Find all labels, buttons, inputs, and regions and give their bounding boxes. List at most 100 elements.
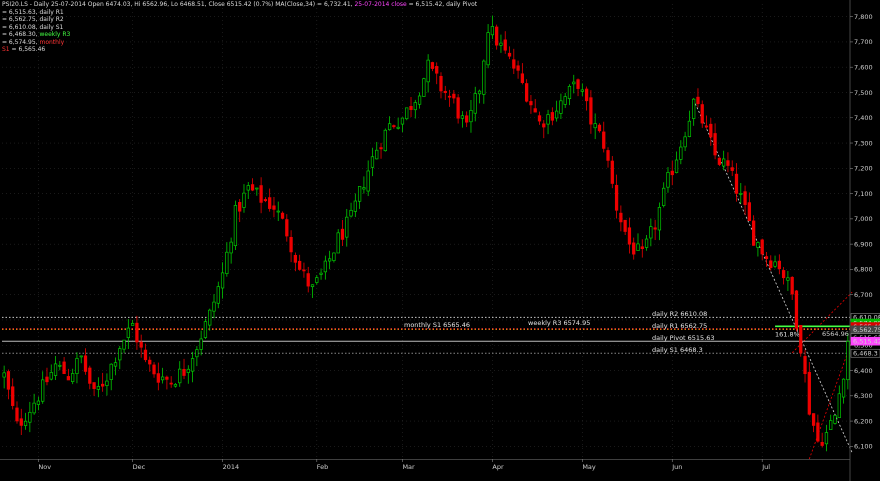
level-label: daily R2 6610.08 <box>652 310 707 318</box>
candle-body <box>674 159 679 173</box>
candle-body <box>250 184 255 191</box>
candle-body <box>769 260 773 269</box>
candle-body <box>764 256 769 260</box>
info-line-7: S1 = 6,565.46 <box>2 46 477 54</box>
candle-body <box>773 261 777 267</box>
candle-body <box>122 339 126 350</box>
candle-body <box>62 361 66 375</box>
candle-body <box>71 373 75 382</box>
x-tick-label: Dec <box>133 463 146 471</box>
candle-body <box>139 341 143 348</box>
candle-body <box>195 349 199 358</box>
candle-body <box>190 358 195 372</box>
candle-body <box>503 39 507 51</box>
candle-body <box>456 97 460 119</box>
candle-body <box>640 246 644 249</box>
fib-annotation: 161.8% <box>775 330 800 338</box>
candle-body <box>83 355 88 372</box>
x-tick-label: 2014 <box>223 463 240 471</box>
candle-body <box>387 123 392 131</box>
chart-area: daily R2 6610.08 daily R1 6562.75 daily Pi… <box>0 0 880 481</box>
candle-body <box>225 251 229 274</box>
candle-body <box>482 60 486 95</box>
price-tag-label: 6,515.42 <box>853 338 880 346</box>
candle-body <box>460 115 465 119</box>
candle-body <box>135 322 139 343</box>
candle-body <box>332 252 336 261</box>
candle-body <box>837 393 841 418</box>
candle-body <box>584 88 589 102</box>
candle-body <box>726 160 730 166</box>
candle-body <box>632 242 636 255</box>
candle-body <box>15 407 19 422</box>
candle-body <box>657 207 662 231</box>
candle-body <box>465 115 469 123</box>
candle-body <box>156 373 160 383</box>
candle-body <box>255 187 259 190</box>
candle-body <box>760 239 764 255</box>
candle-body <box>178 368 182 384</box>
candle-body <box>623 219 627 232</box>
candle-body <box>19 418 23 426</box>
candle-body <box>649 226 653 239</box>
candle-body <box>11 386 15 406</box>
candle-body <box>220 272 225 289</box>
candle-body <box>439 75 443 92</box>
info-close-tag: 25-07-2014 close <box>354 1 407 8</box>
candle-body <box>130 323 135 326</box>
candle-body <box>370 156 375 168</box>
candle-body <box>199 338 203 350</box>
candle-body <box>670 170 674 176</box>
info-prefix: PSI20.LS - Daily 25-07-2014 Open 6474.03… <box>2 1 355 8</box>
candle-body <box>45 376 49 383</box>
candle-body <box>816 422 820 442</box>
candle-body <box>820 442 824 446</box>
candle-body <box>447 95 452 98</box>
info-line-4: = 6,610.08, daily S1 <box>2 24 477 32</box>
candle-body <box>88 367 92 384</box>
candle-body <box>242 192 246 208</box>
y-tick-label: 7,600 <box>854 63 873 71</box>
y-tick-label: 7,500 <box>854 89 873 97</box>
price-tag-label: 6,562.75 <box>853 326 880 334</box>
candle-body <box>36 400 41 405</box>
info-monthly-prefix: = 6,574.95, <box>2 38 40 46</box>
y-tick-label: 6,400 <box>854 367 873 375</box>
candle-body <box>794 290 799 329</box>
y-tick-label: 7,200 <box>854 165 873 173</box>
candle-body <box>238 202 242 212</box>
x-tick-label: Apr <box>492 463 504 471</box>
candle-body <box>336 232 340 254</box>
info-line-1: PSI20.LS - Daily 25-07-2014 Open 6474.03… <box>2 1 477 9</box>
candle-body <box>422 78 426 97</box>
candle-body <box>23 420 28 426</box>
candle-body <box>417 95 422 105</box>
candle-body <box>644 238 649 248</box>
candle-body <box>490 26 495 36</box>
candle-body <box>430 62 435 69</box>
candle-body <box>323 260 327 273</box>
candle-body <box>666 172 670 188</box>
y-tick-label: 6,300 <box>854 392 873 400</box>
candle-body <box>597 124 602 132</box>
candle-body <box>734 173 739 194</box>
info-s1-value: = 6,565.46 <box>9 46 46 53</box>
candle-body <box>512 59 516 69</box>
candle-body <box>546 114 550 125</box>
candle-body <box>92 382 96 389</box>
candle-body <box>259 185 263 203</box>
candle-body <box>319 272 323 275</box>
level-label: daily S1 6468.3 <box>652 346 703 354</box>
candle-body <box>435 66 439 74</box>
candle-body <box>409 105 413 110</box>
candle-body <box>246 185 250 191</box>
x-tick-label: Jul <box>761 463 770 471</box>
candle-body <box>160 376 165 381</box>
candle-body <box>75 358 79 374</box>
candle-body <box>2 372 6 378</box>
candle-body <box>469 110 473 123</box>
candle-body <box>366 170 370 192</box>
candle-body <box>739 193 743 195</box>
candle-body <box>58 364 62 367</box>
candle-body <box>589 97 593 125</box>
